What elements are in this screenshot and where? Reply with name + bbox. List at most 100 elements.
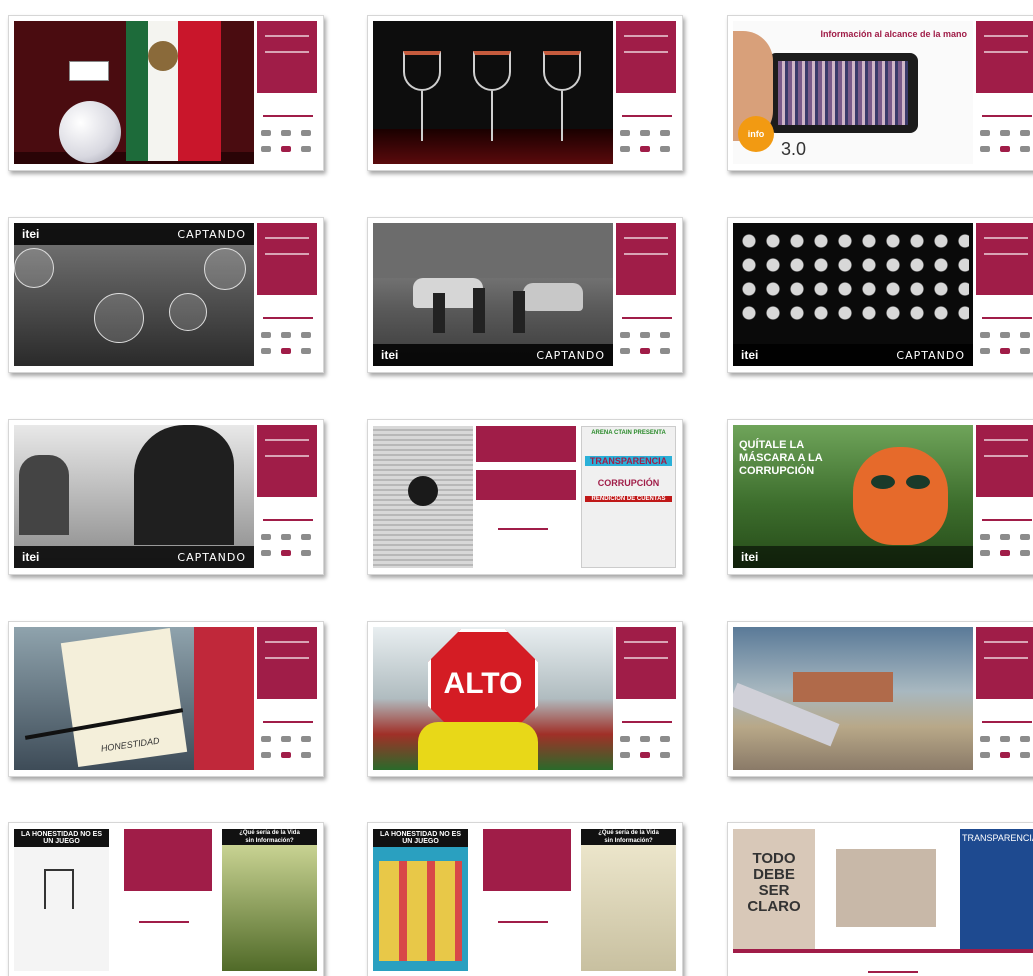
info-panel (976, 223, 1033, 295)
transparency-logo (622, 103, 672, 117)
card-photo (733, 627, 973, 770)
car-red (194, 627, 254, 770)
poster-vida: ¿Qué sería de la Vida sin Información? (581, 829, 676, 971)
thumbnail-card-skulls[interactable]: itei CAPTANDO (727, 217, 1033, 373)
info-panel (616, 223, 676, 295)
hangman-drawing (44, 869, 74, 909)
wine-glass (473, 51, 511, 91)
card-title: QUÍTALE LA MÁSCARA A LA CORRUPCIÓN (739, 439, 823, 477)
sponsor-logos (620, 728, 674, 762)
transparency-logo (622, 709, 672, 723)
transparency-logo (982, 507, 1032, 521)
card-photo: itei CAPTANDO (733, 223, 973, 366)
thumbnail-card-claro[interactable]: TODO DEBE SER CLARO TRANSPARENCIA (727, 822, 1033, 976)
child-shirt (418, 722, 538, 770)
captando-bar: itei CAPTANDO (14, 223, 254, 245)
info-panel (257, 21, 317, 93)
thumbnail-card-flag[interactable] (8, 15, 324, 171)
card-title: Información al alcance de la mano (820, 29, 967, 39)
sponsor-logos (261, 728, 315, 762)
transparency-logo (263, 709, 313, 723)
wrestling-poster: ARENA CTAIN PRESENTA TRANSPARENCIA CORRU… (581, 426, 676, 568)
pedestrian (433, 293, 445, 333)
info-panel (476, 426, 576, 462)
sponsor-logos (980, 728, 1033, 762)
transparency-logo (982, 709, 1032, 723)
card-photo (373, 21, 613, 164)
sponsor-logos (261, 122, 315, 156)
captando-bar: itei CAPTANDO (14, 546, 254, 568)
pedestrian (513, 291, 525, 333)
sponsor-logos (261, 526, 315, 560)
info-panel (483, 829, 571, 891)
smartphone (768, 53, 918, 133)
card-photo: itei CAPTANDO (14, 223, 254, 366)
transparency-logo (982, 305, 1032, 319)
ballot-sign (69, 61, 109, 81)
info-panel (257, 627, 317, 699)
wrestling-mask (853, 447, 948, 545)
transparency-logo (498, 516, 548, 530)
sponsor-logos (261, 324, 315, 358)
transparency-logo (622, 305, 672, 319)
key (408, 476, 438, 506)
kiosk-building (19, 455, 69, 535)
skull-grid (737, 229, 969, 329)
thumbnail-card-loteria[interactable]: LA HONESTIDAD NO ES UN JUEGO ¿Qué sería … (367, 822, 683, 976)
card-photo: HONESTIDAD (14, 627, 254, 770)
infomex-logo: info (738, 116, 774, 152)
thumbnail-card-hangman[interactable]: LA HONESTIDAD NO ES UN JUEGO ¿Qué sería … (8, 822, 324, 976)
thumbnail-card-kiosk[interactable]: itei CAPTANDO (8, 419, 324, 575)
card-photo (14, 21, 254, 164)
transparency-logo (263, 103, 313, 117)
footer-strip (733, 949, 1033, 953)
card-photo: itei CAPTANDO (373, 223, 613, 366)
thumbnail-card-glasses[interactable] (367, 15, 683, 171)
captando-bar: itei CAPTANDO (733, 344, 973, 366)
info-panel (976, 627, 1033, 699)
thumbnail-card-bubbles[interactable]: itei CAPTANDO (8, 217, 324, 373)
poster-vida: ¿Qué sería de la Vida sin Información? (222, 829, 317, 971)
thumbnail-card-mask[interactable]: QUÍTALE LA MÁSCARA A LA CORRUPCIÓN itei (727, 419, 1033, 575)
mexican-flag (126, 21, 221, 161)
thumbnail-card-lucha[interactable]: ARENA CTAIN PRESENTA TRANSPARENCIA CORRU… (367, 419, 683, 575)
paper-note: HONESTIDAD (60, 627, 188, 768)
captando-bar: itei CAPTANDO (373, 344, 613, 366)
thumbnail-card-crossing[interactable]: itei CAPTANDO (367, 217, 683, 373)
wine-glass (403, 51, 441, 91)
info-panel (976, 21, 1033, 93)
pedestrian (473, 288, 485, 333)
bubble (14, 248, 54, 288)
woman-silhouette (134, 425, 234, 545)
thumbnail-card-infomex[interactable]: Información al alcance de la mano info 3… (727, 15, 1033, 171)
loteria-grid (379, 861, 462, 961)
captando-bar: itei (733, 546, 973, 568)
sponsor-logos (620, 122, 674, 156)
info-panel (976, 425, 1033, 497)
transparency-logo (139, 909, 189, 923)
wine-glass (543, 51, 581, 91)
poster-loteria: LA HONESTIDAD NO ES UN JUEGO (373, 829, 468, 971)
card-photo: ALTO (373, 627, 613, 770)
book-photo (373, 426, 473, 568)
info-panel (124, 829, 212, 891)
car (523, 283, 583, 311)
building (793, 672, 893, 702)
bubble (169, 293, 207, 331)
sponsor-logos (980, 122, 1033, 156)
bubble (94, 293, 144, 343)
poster-transparencia: TRANSPARENCIA (960, 829, 1033, 949)
thumbnail-card-telescope[interactable] (727, 621, 1033, 777)
thumbnail-card-note[interactable]: HONESTIDAD (8, 621, 324, 777)
card-photo: QUÍTALE LA MÁSCARA A LA CORRUPCIÓN itei (733, 425, 973, 568)
transparency-logo (263, 507, 313, 521)
card-photo: Información al alcance de la mano info 3… (733, 21, 973, 164)
info-panel (476, 470, 576, 500)
thumbnail-card-alto[interactable]: ALTO (367, 621, 683, 777)
info-panel (257, 223, 317, 295)
sponsor-logos (980, 526, 1033, 560)
transparency-logo (498, 909, 548, 923)
sponsor-logos (980, 324, 1033, 358)
card-photo: itei CAPTANDO (14, 425, 254, 568)
info-panel (257, 425, 317, 497)
